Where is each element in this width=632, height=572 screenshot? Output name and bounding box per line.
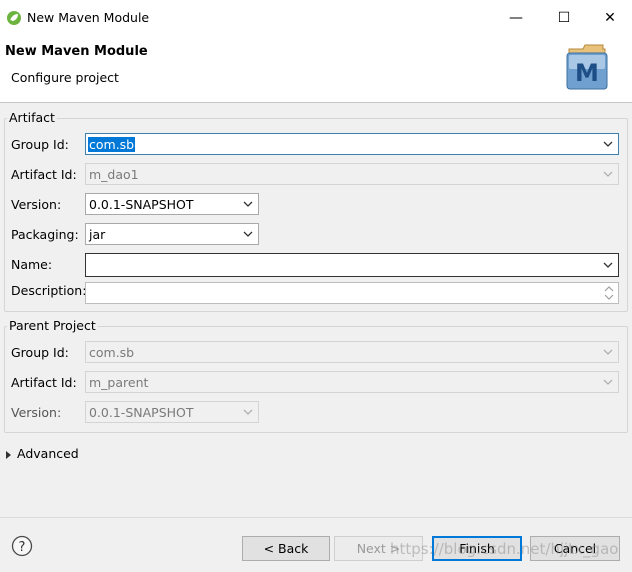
cancel-button[interactable]: Cancel: [530, 536, 620, 561]
parent-project-group-label: Parent Project: [7, 318, 98, 333]
artifact-id-label: Artifact Id:: [11, 167, 77, 182]
parent-version-label: Version:: [11, 405, 62, 420]
packaging-combo[interactable]: jar: [85, 223, 259, 245]
group-id-combo[interactable]: com.sb: [85, 133, 619, 155]
chevron-down-icon: [243, 409, 253, 415]
spring-leaf-icon: [7, 11, 21, 25]
finish-button[interactable]: Finish: [432, 536, 522, 561]
footer-divider: [0, 517, 632, 518]
parent-group-id-value: com.sb: [89, 345, 135, 360]
group-id-value: com.sb: [88, 137, 136, 152]
name-combo[interactable]: [85, 253, 619, 277]
logo-letter: M: [575, 59, 599, 87]
expand-triangle-icon: [6, 450, 11, 459]
svg-text:?: ?: [19, 540, 26, 555]
chevron-down-icon: [603, 171, 613, 177]
description-label: Description:: [11, 283, 87, 298]
title-bar: New Maven Module — ☐ ✕: [0, 0, 632, 36]
page-subtitle: Configure project: [11, 70, 119, 85]
chevron-down-icon: [243, 231, 253, 237]
advanced-label: Advanced: [17, 446, 79, 461]
version-value: 0.0.1-SNAPSHOT: [89, 197, 194, 212]
parent-artifact-id-value: m_parent: [89, 375, 149, 390]
maximize-button[interactable]: ☐: [553, 8, 575, 28]
back-button[interactable]: < Back: [242, 536, 330, 561]
chevron-down-icon: [243, 201, 253, 207]
minimize-button[interactable]: —: [505, 8, 527, 28]
parent-version-combo[interactable]: 0.0.1-SNAPSHOT: [85, 401, 259, 423]
artifact-group-label: Artifact: [7, 110, 57, 125]
help-icon[interactable]: ?: [11, 535, 33, 557]
chevron-down-icon: [603, 379, 613, 385]
parent-artifact-id-combo[interactable]: m_parent: [85, 371, 619, 393]
chevron-down-icon: [603, 141, 613, 147]
window-title: New Maven Module: [27, 10, 150, 25]
packaging-value: jar: [89, 227, 106, 242]
maven-logo-icon: M: [566, 44, 608, 90]
parent-group-id-label: Group Id:: [11, 345, 69, 360]
name-label: Name:: [11, 257, 53, 272]
page-title: New Maven Module: [5, 44, 148, 59]
group-id-label: Group Id:: [11, 137, 69, 152]
chevron-down-icon: [603, 349, 613, 355]
parent-version-value: 0.0.1-SNAPSHOT: [89, 405, 194, 420]
advanced-toggle[interactable]: Advanced: [6, 446, 79, 461]
parent-artifact-id-label: Artifact Id:: [11, 375, 77, 390]
packaging-label: Packaging:: [11, 227, 79, 242]
description-textarea[interactable]: [85, 282, 619, 304]
artifact-id-combo[interactable]: m_dao1: [85, 163, 619, 185]
close-button[interactable]: ✕: [599, 8, 621, 28]
parent-group-id-combo[interactable]: com.sb: [85, 341, 619, 363]
artifact-id-value: m_dao1: [89, 167, 139, 182]
wizard-header: New Maven Module Configure project M: [0, 36, 632, 103]
version-combo[interactable]: 0.0.1-SNAPSHOT: [85, 193, 259, 215]
version-label: Version:: [11, 197, 62, 212]
next-button[interactable]: Next >: [334, 536, 423, 561]
chevron-down-icon: [603, 262, 613, 268]
scroll-arrows-icon[interactable]: [602, 284, 616, 302]
